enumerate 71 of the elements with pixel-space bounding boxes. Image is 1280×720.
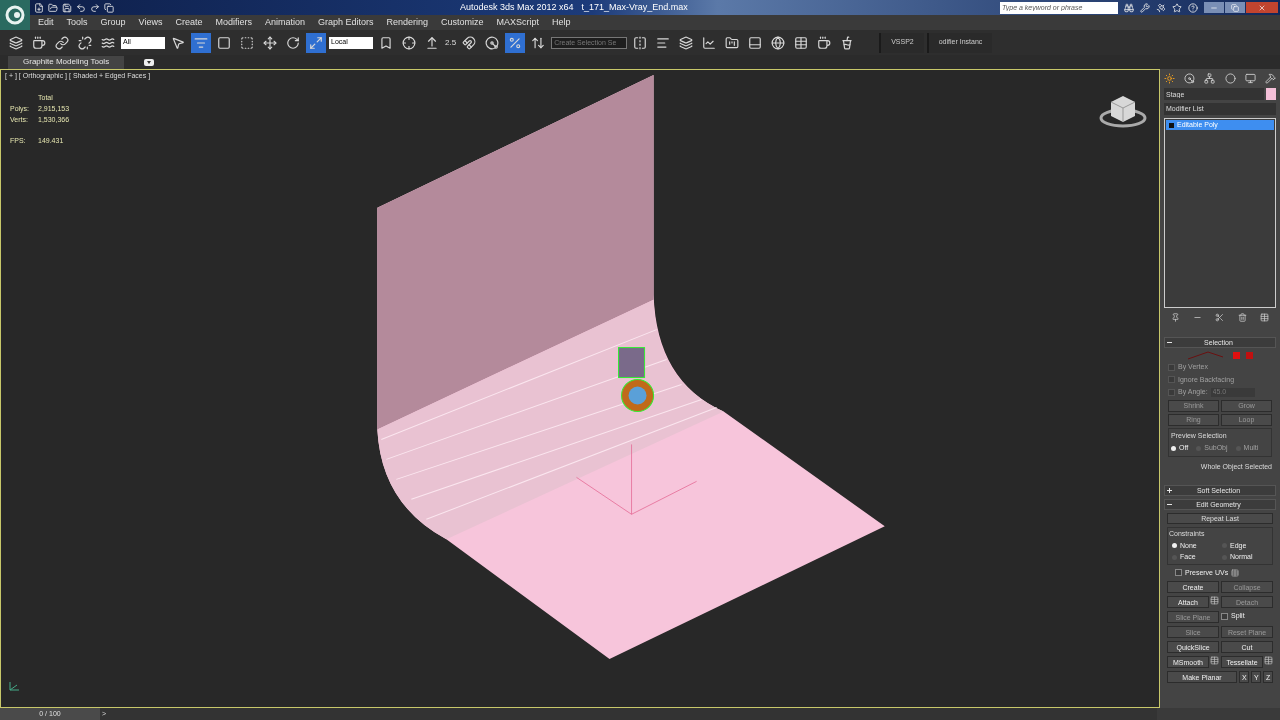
binoculars-icon[interactable] [1124,2,1134,13]
object-drawing [618,347,655,412]
menu-item[interactable]: Edit [38,15,54,30]
wave-icon [101,35,115,50]
display-icon[interactable] [1244,72,1256,84]
close-icon [1258,3,1266,12]
render-setup-icon[interactable] [771,35,786,50]
menu-item[interactable]: Animation [264,15,305,30]
menu-item[interactable]: Group [100,15,126,30]
checkbox[interactable] [1221,612,1228,620]
restore-icon [1231,3,1239,12]
bookmark-icon [379,35,393,50]
snap-value: 2.5 [445,36,457,49]
close-button[interactable] [1246,2,1278,13]
remove-modifier-icon[interactable] [1237,312,1247,322]
toolbar-button[interactable] [306,32,326,53]
pin-icon[interactable] [1170,312,1180,322]
object-color-swatch[interactable] [1266,88,1276,100]
mirror-icon [633,35,648,50]
collapse-icon [1167,340,1172,345]
wrench-icon[interactable] [1140,2,1150,13]
region-icon [217,35,231,50]
menu-item[interactable]: Modifiers [215,15,252,30]
move-icon [263,35,277,50]
sun-icon[interactable] [1164,72,1175,84]
radio-button[interactable] [1172,543,1177,549]
radio-button[interactable] [1171,445,1176,451]
menu-item[interactable]: Views [138,15,163,30]
app-logo-icon [5,5,25,25]
select-object-icon [171,35,185,50]
ribbon-toggle-icon[interactable] [144,58,155,66]
snap-icon [462,35,477,50]
copy-icon[interactable] [104,2,114,13]
menu-item[interactable]: Rendering [386,15,429,30]
hammer-icon[interactable] [1264,72,1276,84]
unlink-icon [78,35,92,50]
hierarchy-icon[interactable] [1204,72,1216,84]
layers-icon [679,35,694,50]
rotate-icon [286,35,300,50]
axis-tripod-icon [7,679,21,693]
menu-item[interactable]: Graph Editors [317,15,374,30]
menu-item[interactable]: Create [175,15,203,30]
expand-icon [1167,488,1172,493]
open-folder-icon[interactable] [48,2,58,13]
satellite-icon[interactable] [1156,2,1166,13]
percent-snap-icon [508,35,523,50]
new-file-icon[interactable] [34,2,44,13]
list-icon [194,35,208,50]
toolbar-button[interactable] [505,32,526,53]
collapse-icon [1167,502,1172,507]
menu-item[interactable]: Customize [441,15,484,30]
app-logo-button[interactable] [0,0,30,30]
save-icon[interactable] [62,2,72,13]
ribbon-tab[interactable]: Graphite Modeling Tools [8,55,125,69]
window-title: Autodesk 3ds Max 2012 x64 [460,0,574,14]
link-icon [55,35,69,50]
align-icon [656,35,671,50]
toolbar-button[interactable] [191,32,211,53]
curve-editor-icon [702,35,717,50]
file-name: t_171_Max-Vray_End.max [581,0,688,14]
menu-item[interactable]: Help [552,15,571,30]
redo-icon[interactable] [90,2,100,13]
scale-icon [309,35,323,50]
menu-item[interactable]: MAXScript [496,15,540,30]
spinner-snap-icon [531,35,546,50]
menu-item[interactable]: Tools [66,15,88,30]
undo-icon[interactable] [76,2,86,13]
star-icon[interactable] [1172,2,1182,13]
help-icon[interactable] [1188,2,1198,13]
checkbox[interactable] [1175,569,1182,577]
window-crossing-icon [240,35,254,50]
